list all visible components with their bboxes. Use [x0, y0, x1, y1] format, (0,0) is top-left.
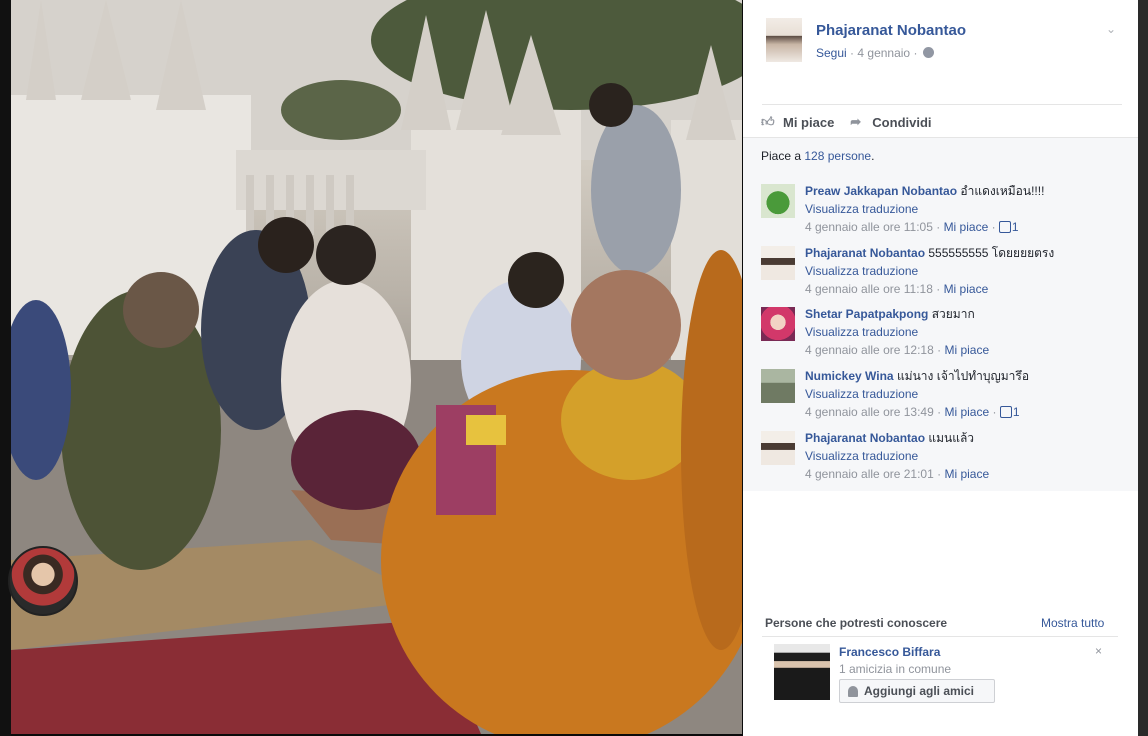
comment-like-link[interactable]: Mi piace [944, 220, 989, 234]
comment-time[interactable]: 4 gennaio alle ore 12:18 [805, 343, 934, 357]
translate-link[interactable]: Visualizza traduzione [805, 200, 1125, 218]
commenter-avatar[interactable] [761, 307, 795, 341]
comment-text: แมนแล้ว [928, 431, 975, 445]
comment-meta: 4 gennaio alle ore 21:01 · Mi piace [805, 467, 990, 481]
comment-text: แม่นาง เจ้าไปทำบุญมารึอ [896, 369, 1030, 383]
commenter-name[interactable]: Shetar Papatpakpong [805, 307, 928, 321]
meta-separator-2: · [913, 46, 918, 60]
comment-text: 555555555 โดยยยยตรง [928, 246, 1055, 260]
photo-illustration [11, 0, 742, 734]
suggested-person-name[interactable]: Francesco Biffara [839, 645, 940, 659]
comment-like-link[interactable]: Mi piace [944, 467, 989, 481]
comment-like-count[interactable]: 1 [1012, 220, 1019, 234]
comment-body: Numickey Wina แม่นาง เจ้าไปทำบุญมารึอ Vi… [805, 367, 1125, 421]
add-friend-label: Aggiungi agli amici [864, 684, 975, 698]
comment-meta: 4 gennaio alle ore 11:18 · Mi piace [805, 282, 989, 296]
translate-link[interactable]: Visualizza traduzione [805, 323, 1125, 341]
commenter-name[interactable]: Phajaranat Nobantao [805, 431, 925, 445]
divider [762, 104, 1122, 105]
comment-body: Phajaranat Nobantao 555555555 โดยยยยตรง … [805, 244, 1125, 298]
suggested-person-avatar[interactable] [774, 644, 830, 700]
share-button[interactable]: ➦ Condividi [850, 112, 931, 132]
viewer-scrollbar[interactable] [1138, 0, 1148, 736]
like-button[interactable]: 👍︎ Mi piace [761, 112, 834, 132]
viewer-avatar[interactable] [8, 546, 78, 616]
add-friend-icon [848, 685, 858, 697]
comment-body: Preaw Jakkapan Nobantao อำแดงเหมือน!!!! … [805, 182, 1125, 236]
pymk-show-all-link[interactable]: Mostra tutto [1041, 616, 1104, 630]
commenter-name[interactable]: Numickey Wina [805, 369, 894, 383]
commenter-avatar[interactable] [761, 246, 795, 280]
comment-like-link[interactable]: Mi piace [944, 343, 989, 357]
photo-viewer: Phajaranat Nobantao Segui · 4 gennaio · … [0, 0, 1148, 736]
comment-like-link[interactable]: Mi piace [944, 282, 989, 296]
comment-time[interactable]: 4 gennaio alle ore 11:05 [805, 220, 933, 234]
post-date[interactable]: 4 gennaio [857, 46, 910, 60]
comment-body: Shetar Papatpakpong สวยมาก Visualizza tr… [805, 305, 1125, 359]
thumbs-up-icon: 👍︎ [761, 114, 775, 129]
commenter-avatar[interactable] [761, 431, 795, 465]
chevron-down-icon[interactable]: ⌄ [1104, 22, 1118, 36]
translate-link[interactable]: Visualizza traduzione [805, 447, 1125, 465]
author-row [766, 18, 802, 62]
share-arrow-icon: ➦ [850, 114, 862, 129]
comment-text: อำแดงเหมือน!!!! [960, 184, 1045, 198]
comment-time[interactable]: 4 gennaio alle ore 13:49 [805, 405, 934, 419]
commenter-avatar[interactable] [761, 369, 795, 403]
translate-link[interactable]: Visualizza traduzione [805, 262, 1125, 280]
commenter-avatar[interactable] [761, 184, 795, 218]
comment-meta: 4 gennaio alle ore 12:18 · Mi piace [805, 343, 990, 357]
comment-like-count[interactable]: 1 [1013, 405, 1020, 419]
pymk-title: Persone che potresti conoscere [765, 616, 948, 630]
thumbs-up-icon [999, 406, 1012, 418]
commenter-name[interactable]: Preaw Jakkapan Nobantao [805, 184, 957, 198]
thumbs-up-icon [998, 221, 1011, 233]
mutual-friends[interactable]: 1 amicizia in comune [839, 662, 951, 676]
comment-meta: 4 gennaio alle ore 13:49 · Mi piace · 1 [805, 405, 1020, 419]
comment-text: สวยมาก [931, 307, 975, 321]
comment-body: Phajaranat Nobantao แมนแล้ว Visualizza t… [805, 429, 1125, 483]
viewer-left-edge [0, 0, 11, 736]
comment-meta: 4 gennaio alle ore 11:05 · Mi piace · 1 [805, 220, 1019, 234]
likes-prefix: Piace a [761, 149, 802, 163]
likes-suffix: . [871, 149, 875, 163]
likes-summary: Piace a 128 persone. [761, 149, 874, 163]
follow-link[interactable]: Segui [816, 46, 847, 60]
post-meta: Segui · 4 gennaio · [816, 46, 934, 60]
meta-separator: · [850, 46, 855, 60]
comment-like-link[interactable]: Mi piace [944, 405, 989, 419]
like-label: Mi piace [783, 114, 835, 130]
close-icon[interactable]: × [1095, 644, 1102, 658]
share-label: Condividi [872, 114, 932, 130]
commenter-name[interactable]: Phajaranat Nobantao [805, 246, 925, 260]
post-side-panel: Phajaranat Nobantao Segui · 4 gennaio · … [743, 0, 1138, 736]
comment-time[interactable]: 4 gennaio alle ore 11:18 [805, 282, 933, 296]
post-photo[interactable] [11, 0, 742, 734]
divider [762, 636, 1118, 637]
author-name[interactable]: Phajaranat Nobantao [816, 22, 966, 39]
author-avatar[interactable] [766, 18, 802, 62]
translate-link[interactable]: Visualizza traduzione [805, 385, 1125, 403]
add-friend-button[interactable]: Aggiungi agli amici [839, 679, 995, 703]
comment-time[interactable]: 4 gennaio alle ore 21:01 [805, 467, 934, 481]
likes-people-link[interactable]: 128 persone [804, 149, 871, 163]
globe-icon[interactable] [922, 47, 934, 58]
post-actions: 👍︎ Mi piace ➦ Condividi [761, 112, 932, 132]
